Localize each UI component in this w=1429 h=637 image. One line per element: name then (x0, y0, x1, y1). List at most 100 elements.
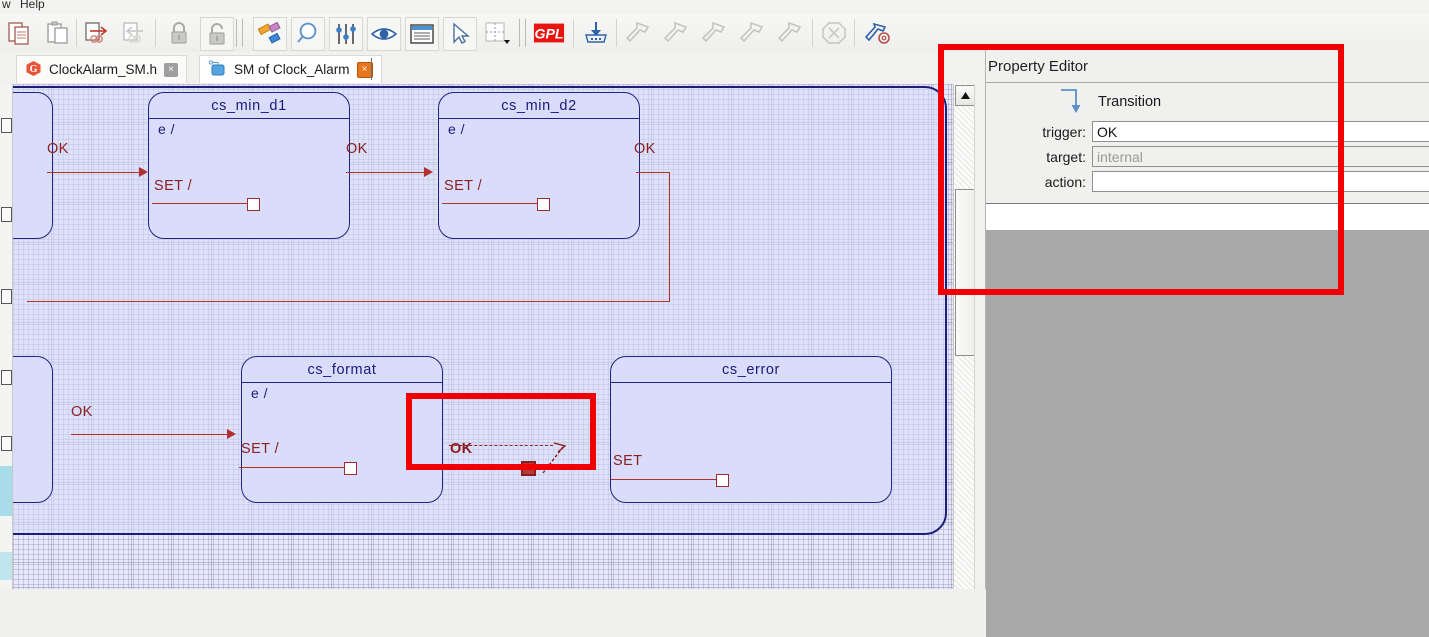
state-machine-icon (208, 59, 227, 80)
state-name-label: cs_error (611, 357, 891, 383)
state-partial-top-left[interactable] (13, 92, 53, 239)
transition-label-ok-2[interactable]: OK (346, 141, 368, 157)
transition-line[interactable] (27, 301, 670, 302)
gutter-selection[interactable] (0, 466, 12, 516)
action-line[interactable] (442, 203, 550, 204)
lock-open-icon[interactable] (200, 17, 234, 51)
build-config-icon[interactable] (862, 17, 894, 49)
property-element-type-row: Transition (986, 87, 1161, 117)
state-entry-label: e / (158, 121, 176, 137)
state-entry-label: e / (251, 385, 269, 401)
trigger-input[interactable]: OK (1092, 121, 1429, 142)
action-line[interactable] (239, 467, 349, 468)
svg-text:GPL: GPL (534, 26, 563, 42)
transition-line[interactable] (346, 172, 428, 173)
transition-handle[interactable] (716, 474, 729, 487)
menu-item-help[interactable]: Help (20, 0, 45, 11)
action-label-set-d1[interactable]: SET / (154, 178, 192, 194)
gutter-marker[interactable] (1, 118, 12, 133)
transition-label-ok-4[interactable]: OK (71, 404, 93, 420)
hammer-icon-1[interactable] (622, 17, 654, 49)
state-cs-min-d2[interactable]: cs_min_d2 e / (438, 92, 640, 239)
state-cs-error[interactable]: cs_error (610, 356, 892, 503)
transition-line[interactable] (636, 172, 670, 173)
gutter-marker[interactable] (1, 289, 12, 304)
gutter-marker[interactable] (1, 207, 12, 222)
hammer-icon-2[interactable] (660, 17, 692, 49)
toolbar-grip[interactable] (236, 19, 243, 47)
toolbar-separator (812, 19, 813, 47)
property-row-target: target: internal (986, 146, 1429, 170)
export-link-icon[interactable] (82, 17, 114, 49)
action-input[interactable] (1092, 171, 1429, 192)
tab-close-icon[interactable]: × (164, 62, 179, 77)
scroll-up-button[interactable] (955, 85, 976, 106)
download-icon[interactable] (580, 17, 612, 49)
copy-icon[interactable] (4, 17, 36, 49)
import-link-icon[interactable] (120, 17, 152, 49)
state-partial-bottom-left[interactable] (13, 356, 53, 503)
application-window: w Help GPL G ClockAlarm_SM.h × SM of Clo… (0, 0, 1429, 637)
grid-icon[interactable] (481, 17, 513, 49)
transition-handle-selected[interactable] (521, 461, 536, 476)
panel-top-stripe (986, 48, 1429, 58)
cursor-icon[interactable] (443, 17, 477, 51)
tab-label: SM of Clock_Alarm (234, 62, 350, 77)
menu-bar: w Help (0, 0, 1429, 14)
state-cs-min-d1[interactable]: cs_min_d1 e / (148, 92, 350, 239)
c-file-icon: G (25, 60, 42, 80)
transition-label-ok-3[interactable]: OK (634, 141, 656, 157)
scrollbar-thumb[interactable] (955, 189, 976, 356)
eye-icon[interactable] (367, 17, 401, 51)
canvas-vertical-scrollbar[interactable] (953, 84, 976, 589)
hammer-icon-5[interactable] (774, 17, 806, 49)
toolbar-separator (616, 19, 617, 47)
tab-clockalarm-sm-h[interactable]: G ClockAlarm_SM.h × (16, 55, 188, 83)
toolbar-separator (155, 19, 156, 47)
hammer-icon-3[interactable] (698, 17, 730, 49)
tab-sm-of-clock-alarm[interactable]: SM of Clock_Alarm × (199, 55, 382, 83)
document-icon[interactable] (405, 17, 439, 51)
hammer-icon-4[interactable] (736, 17, 768, 49)
gutter-marker[interactable] (1, 436, 12, 451)
transition-handle[interactable] (247, 198, 260, 211)
transition-line[interactable] (71, 434, 231, 435)
gpl-icon[interactable]: GPL (533, 17, 565, 49)
transition-line[interactable] (669, 172, 670, 302)
action-line[interactable] (611, 479, 721, 480)
transition-line-selected[interactable] (449, 467, 529, 469)
transition-handle[interactable] (344, 462, 357, 475)
lock-closed-icon[interactable] (163, 17, 195, 49)
action-label-set-format[interactable]: SET / (241, 441, 279, 457)
toolbar-grip[interactable] (519, 19, 526, 47)
action-line[interactable] (152, 203, 260, 204)
action-label-set-error[interactable]: SET (613, 453, 642, 469)
transition-label-ok-selected[interactable]: OK (450, 441, 473, 457)
property-editor-empty-area (986, 230, 1429, 637)
transition-arrow-icon (424, 167, 433, 177)
property-row-trigger: trigger: OK (986, 121, 1429, 145)
sliders-icon[interactable] (329, 17, 363, 51)
toolbar-separator (854, 19, 855, 47)
transition-label-ok-1[interactable]: OK (47, 141, 69, 157)
property-element-type-label: Transition (1098, 94, 1162, 110)
state-cs-format[interactable]: cs_format e / (241, 356, 443, 503)
transition-handle[interactable] (537, 198, 550, 211)
transition-line[interactable] (47, 172, 143, 173)
target-input[interactable]: internal (1092, 146, 1429, 167)
toolbar-separator (573, 19, 574, 47)
state-machine-canvas[interactable]: cs_min_d1 e / cs_min_d2 e / cs_format e … (13, 84, 953, 589)
editor-gutter[interactable] (0, 84, 13, 589)
gutter-marker[interactable] (1, 370, 12, 385)
paste-icon[interactable] (42, 17, 74, 49)
text-caret (371, 58, 372, 80)
zoom-icon[interactable] (291, 17, 325, 51)
action-label-set-d2[interactable]: SET / (444, 178, 482, 194)
shapes-icon[interactable] (253, 17, 287, 51)
property-editor-detail-field[interactable] (986, 203, 1429, 232)
state-name-label: cs_min_d2 (439, 93, 639, 119)
menu-item-window[interactable]: w (2, 0, 11, 11)
stop-icon[interactable] (818, 17, 850, 49)
gutter-selection[interactable] (0, 552, 12, 580)
property-editor-body: Transition trigger: OK target: internal … (986, 82, 1429, 204)
